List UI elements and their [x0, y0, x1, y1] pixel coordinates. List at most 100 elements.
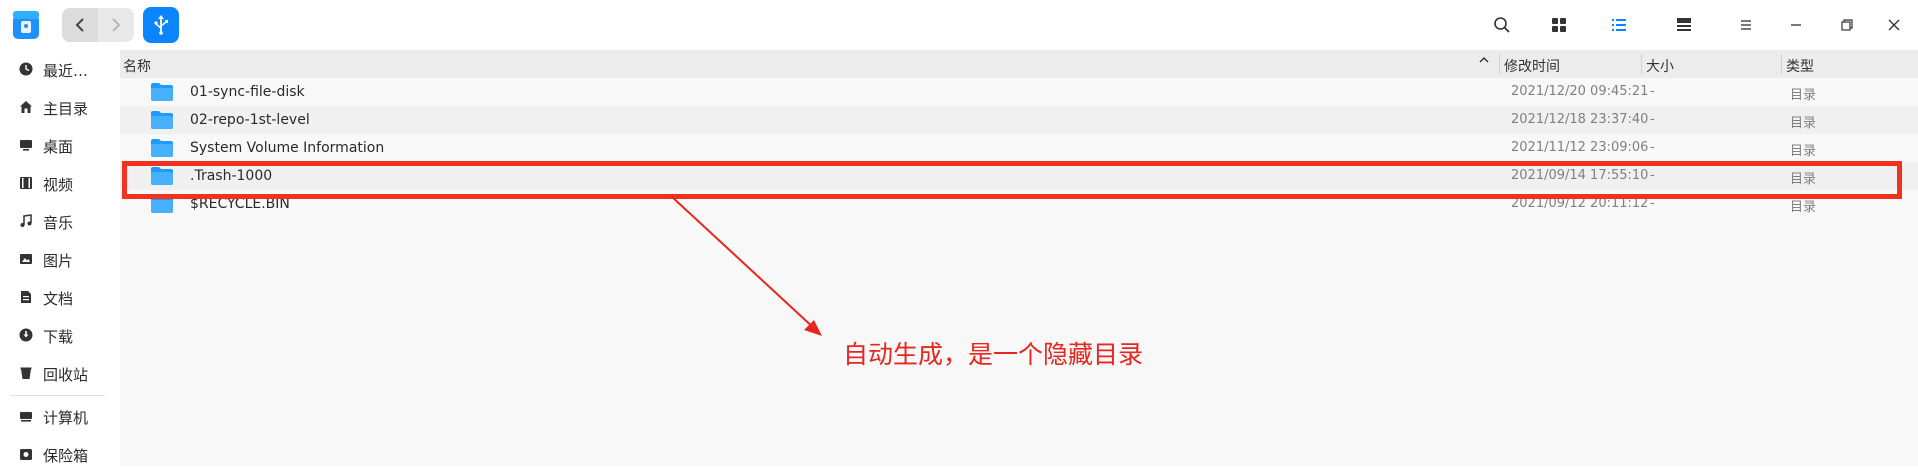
column-divider[interactable]: [1499, 54, 1500, 74]
sidebar-item-music[interactable]: 音乐: [0, 202, 120, 240]
file-manager-icon[interactable]: [12, 10, 40, 40]
list-view-button[interactable]: [1607, 13, 1631, 37]
annotation-text: 自动生成，是一个隐藏目录: [843, 340, 1144, 369]
folder-icon: [150, 194, 174, 214]
file-type: 目录: [1790, 144, 1817, 159]
main-menu-button[interactable]: [1734, 13, 1758, 37]
sidebar-item-label: 音乐: [43, 214, 74, 232]
table-row[interactable]: System Volume Information 2021/11/12 23:…: [120, 134, 1918, 162]
sidebar-item-documents[interactable]: 文档: [0, 278, 120, 316]
sidebar-item-trash[interactable]: 回收站: [0, 354, 120, 392]
music-icon: [19, 214, 33, 228]
file-name: .Trash-1000: [190, 168, 273, 184]
menu-icon: [1741, 20, 1751, 30]
video-icon: [19, 176, 33, 190]
folder-icon: [150, 138, 174, 158]
file-type: 目录: [1790, 172, 1817, 187]
vault-icon: [19, 447, 33, 461]
file-type: 目录: [1790, 116, 1817, 131]
back-button[interactable]: [62, 8, 98, 42]
folder-icon: [150, 82, 174, 102]
close-icon: [1888, 19, 1900, 31]
table-row[interactable]: .Trash-1000 2021/09/14 17:55:10 - 目录: [120, 162, 1918, 190]
titlebar: [0, 0, 1918, 50]
file-modified: 2021/12/20 09:45:21: [1511, 84, 1649, 99]
sidebar-divider: [10, 395, 105, 396]
sidebar-item-label: 文档: [43, 290, 74, 308]
sidebar-item-home[interactable]: 主目录: [0, 88, 120, 126]
sidebar-item-desktop[interactable]: 桌面: [0, 126, 120, 164]
restore-icon: [1841, 19, 1853, 31]
minimize-icon: [1791, 24, 1801, 26]
clock-icon: [19, 62, 33, 76]
sidebar: 最近… 主目录 桌面 视频 音乐 图片 文档 下载 回收站 计算机 保险箱: [0, 50, 120, 466]
table-row[interactable]: $RECYCLE.BIN 2021/09/12 20:11:12 - 目录: [120, 190, 1918, 218]
column-header-modified[interactable]: 修改时间: [1504, 56, 1560, 76]
chevron-right-icon: [112, 18, 121, 32]
file-modified: 2021/12/18 23:37:40: [1511, 112, 1649, 127]
icon-view-button[interactable]: [1547, 13, 1571, 37]
grid-view-icon: [1552, 18, 1566, 32]
file-modified: 2021/09/12 20:11:12: [1511, 196, 1649, 211]
file-name: $RECYCLE.BIN: [190, 196, 290, 212]
minimize-button[interactable]: [1784, 13, 1808, 37]
location-usb-button[interactable]: [143, 7, 179, 43]
list-view-icon: [1612, 19, 1626, 31]
computer-icon: [19, 409, 33, 423]
file-name: System Volume Information: [190, 140, 385, 156]
trash-icon: [19, 366, 33, 380]
forward-button[interactable]: [98, 8, 134, 42]
desktop-icon: [19, 138, 33, 152]
column-divider[interactable]: [1781, 54, 1782, 74]
picture-icon: [19, 252, 33, 266]
file-size: -: [1650, 196, 1655, 211]
column-header-type[interactable]: 类型: [1786, 56, 1814, 76]
sidebar-item-pictures[interactable]: 图片: [0, 240, 120, 278]
sidebar-item-computer[interactable]: 计算机: [0, 397, 120, 435]
sidebar-item-label: 计算机: [43, 409, 89, 427]
sidebar-item-video[interactable]: 视频: [0, 164, 120, 202]
file-size: -: [1650, 140, 1655, 155]
usb-icon: [154, 15, 168, 35]
table-row[interactable]: 02-repo-1st-level 2021/12/18 23:37:40 - …: [120, 106, 1918, 134]
sidebar-item-vault[interactable]: 保险箱: [0, 435, 120, 473]
sidebar-item-label: 图片: [43, 252, 74, 270]
column-divider[interactable]: [1641, 54, 1642, 74]
sidebar-item-downloads[interactable]: 下载: [0, 316, 120, 354]
search-icon: [1494, 17, 1510, 33]
folder-icon: [150, 166, 174, 186]
navigation-buttons: [62, 8, 134, 42]
file-modified: 2021/09/14 17:55:10: [1511, 168, 1649, 183]
chevron-left-icon: [75, 18, 84, 32]
file-size: -: [1650, 168, 1655, 183]
search-button[interactable]: [1490, 13, 1514, 37]
sidebar-item-label: 桌面: [43, 138, 74, 156]
file-list-view: 名称 修改时间 大小 类型 01-sync-file-disk 2021/12/…: [120, 50, 1918, 466]
document-icon: [19, 290, 33, 304]
detail-view-icon: [1677, 18, 1691, 31]
close-button[interactable]: [1882, 13, 1906, 37]
file-type: 目录: [1790, 88, 1817, 103]
file-name: 01-sync-file-disk: [190, 84, 305, 100]
file-name: 02-repo-1st-level: [190, 112, 310, 128]
download-icon: [19, 328, 33, 342]
sidebar-item-label: 最近…: [43, 62, 89, 80]
home-icon: [19, 100, 33, 114]
restore-button[interactable]: [1835, 13, 1859, 37]
folder-icon: [150, 110, 174, 130]
detail-view-button[interactable]: [1672, 13, 1696, 37]
file-modified: 2021/11/12 23:09:06: [1511, 140, 1649, 155]
file-size: -: [1650, 112, 1655, 127]
file-size: -: [1650, 84, 1655, 99]
sidebar-item-label: 回收站: [43, 366, 89, 384]
sidebar-item-label: 主目录: [43, 100, 89, 118]
column-header-size[interactable]: 大小: [1646, 56, 1674, 76]
table-row[interactable]: 01-sync-file-disk 2021/12/20 09:45:21 - …: [120, 78, 1918, 106]
sidebar-item-label: 视频: [43, 176, 74, 194]
sort-ascending-icon[interactable]: [1478, 54, 1490, 70]
column-header-name[interactable]: 名称: [123, 56, 151, 76]
file-type: 目录: [1790, 200, 1817, 215]
column-header: 名称 修改时间 大小 类型: [120, 50, 1918, 78]
sidebar-item-recent[interactable]: 最近…: [0, 50, 120, 88]
sidebar-item-label: 保险箱: [43, 447, 89, 465]
